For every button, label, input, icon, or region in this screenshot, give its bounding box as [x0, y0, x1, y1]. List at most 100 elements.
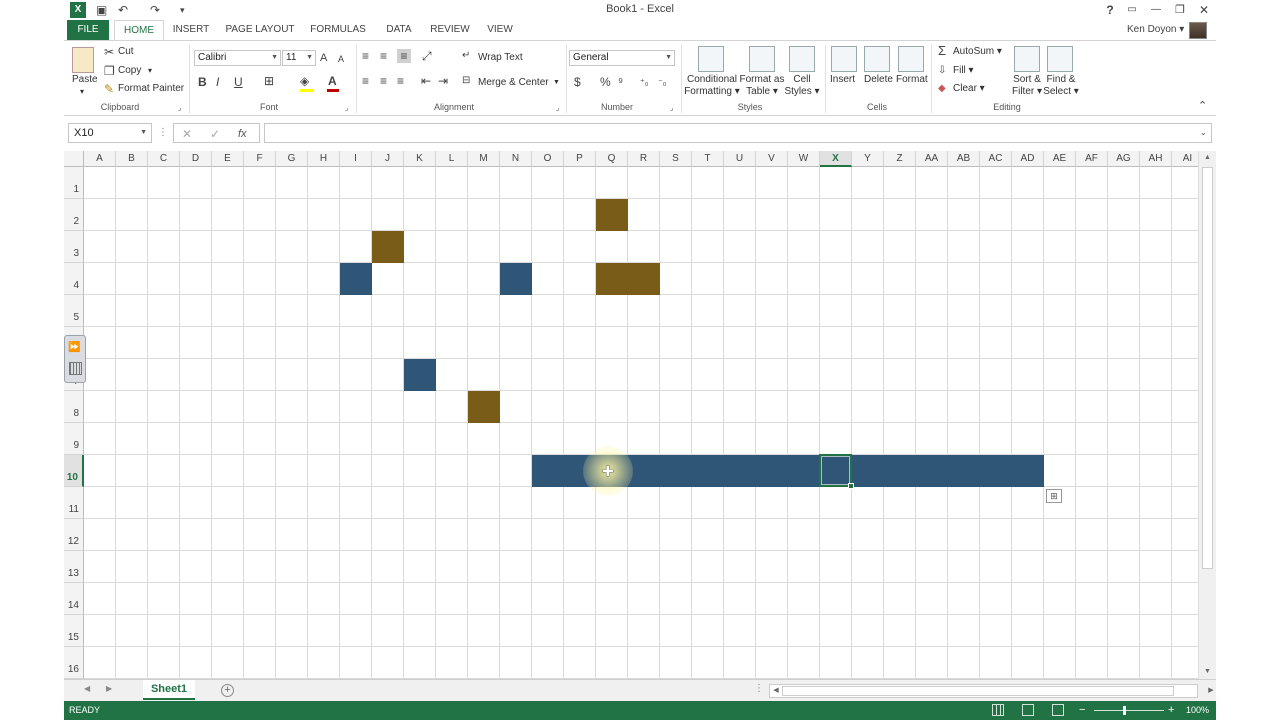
- autosum-button[interactable]: AutoSum ▾: [953, 46, 1002, 58]
- scroll-up-icon[interactable]: ▲: [1199, 151, 1216, 165]
- paste-dropdown[interactable]: ▾: [80, 86, 84, 98]
- italic-button[interactable]: I: [216, 75, 219, 89]
- avatar[interactable]: [1189, 22, 1207, 39]
- column-header[interactable]: C: [148, 151, 180, 167]
- column-header[interactable]: O: [532, 151, 564, 167]
- fill-handle[interactable]: [848, 483, 854, 489]
- wrap-text-button[interactable]: Wrap Text: [478, 52, 523, 64]
- align-center-icon[interactable]: ≡: [380, 74, 387, 88]
- insert-function-icon[interactable]: fx: [238, 127, 247, 141]
- column-header[interactable]: AF: [1076, 151, 1108, 167]
- align-right-icon[interactable]: ≡: [397, 74, 404, 88]
- column-header[interactable]: X: [820, 151, 852, 167]
- row-header[interactable]: 15: [64, 615, 84, 647]
- row-header[interactable]: 2: [64, 199, 84, 231]
- column-header[interactable]: AE: [1044, 151, 1076, 167]
- row-header[interactable]: 11: [64, 487, 84, 519]
- tab-insert[interactable]: INSERT: [170, 20, 212, 40]
- column-header[interactable]: K: [404, 151, 436, 167]
- font-family-select[interactable]: Calibri ▼: [194, 50, 281, 66]
- normal-view-icon[interactable]: [992, 704, 1004, 716]
- maximize-icon[interactable]: ❐: [1169, 1, 1191, 19]
- help-icon[interactable]: ?: [1099, 1, 1121, 19]
- cancel-icon[interactable]: ✕: [182, 127, 192, 141]
- formula-input[interactable]: [264, 123, 1212, 143]
- sheet-tab-sheet1[interactable]: Sheet1: [143, 680, 195, 700]
- column-header[interactable]: L: [436, 151, 468, 167]
- row-header[interactable]: 1: [64, 167, 84, 199]
- fill-button[interactable]: Fill ▾: [953, 65, 974, 77]
- zoom-level[interactable]: 100%: [1186, 701, 1209, 720]
- add-sheet-icon[interactable]: +: [221, 684, 234, 697]
- align-top-icon[interactable]: ≡: [362, 49, 369, 63]
- borders-icon[interactable]: ⊞: [264, 74, 274, 88]
- column-header[interactable]: AI: [1172, 151, 1198, 167]
- row-header[interactable]: 12: [64, 519, 84, 551]
- column-header[interactable]: R: [628, 151, 660, 167]
- column-header[interactable]: AC: [980, 151, 1012, 167]
- column-header[interactable]: I: [340, 151, 372, 167]
- vertical-scrollbar[interactable]: ▲ ▼: [1198, 151, 1216, 679]
- format-painter-button[interactable]: Format Painter: [118, 83, 184, 95]
- user-account[interactable]: Ken Doyon ▾: [1127, 20, 1184, 40]
- align-bottom-icon[interactable]: ≡: [397, 49, 411, 63]
- orientation-icon[interactable]: ⤢: [422, 49, 432, 63]
- align-left-icon[interactable]: ≡: [362, 74, 369, 88]
- column-header[interactable]: G: [276, 151, 308, 167]
- format-as-table-button[interactable]: Format as Table ▾: [737, 74, 787, 98]
- copy-dropdown[interactable]: ▾: [148, 65, 152, 77]
- comma-style-icon[interactable]: ⁹: [618, 75, 623, 89]
- column-header[interactable]: U: [724, 151, 756, 167]
- font-color-icon[interactable]: A: [328, 74, 337, 88]
- zoom-out-icon[interactable]: −: [1079, 701, 1085, 720]
- delete-cells-button[interactable]: Delete: [864, 74, 893, 86]
- expand-formula-bar-icon[interactable]: ⌄: [1200, 126, 1207, 140]
- column-header[interactable]: E: [212, 151, 244, 167]
- more-options-icon[interactable]: ⋮: [158, 126, 168, 140]
- decrease-indent-icon[interactable]: ⇤: [421, 74, 431, 88]
- prev-sheet-icon[interactable]: ◀: [84, 684, 90, 693]
- number-launcher-icon[interactable]: ⌟: [670, 102, 673, 116]
- column-header[interactable]: AB: [948, 151, 980, 167]
- row-header[interactable]: 16: [64, 647, 84, 679]
- filled-cell[interactable]: [404, 359, 436, 391]
- scroll-left-icon[interactable]: ◀: [770, 685, 782, 697]
- column-header[interactable]: D: [180, 151, 212, 167]
- column-header[interactable]: T: [692, 151, 724, 167]
- clear-button[interactable]: Clear ▾: [953, 83, 985, 95]
- insert-cells-button[interactable]: Insert: [830, 74, 855, 86]
- column-header[interactable]: AH: [1140, 151, 1172, 167]
- row-header[interactable]: 8: [64, 391, 84, 423]
- format-cells-button[interactable]: Format: [896, 74, 928, 86]
- page-break-view-icon[interactable]: [1052, 704, 1064, 716]
- increase-indent-icon[interactable]: ⇥: [438, 74, 448, 88]
- find-select-button[interactable]: Find & Select ▾: [1042, 74, 1080, 98]
- sort-filter-button[interactable]: Sort & Filter ▾: [1009, 74, 1045, 98]
- tab-formulas[interactable]: FORMULAS: [307, 20, 369, 40]
- vertical-scroll-thumb[interactable]: [1202, 167, 1213, 569]
- tab-file[interactable]: FILE: [67, 20, 109, 40]
- number-format-select[interactable]: General ▼: [569, 50, 675, 66]
- decrease-decimal-icon[interactable]: ⁻₀: [658, 75, 667, 89]
- row-header[interactable]: 4: [64, 263, 84, 295]
- quick-analysis-icon[interactable]: ⊞: [1046, 489, 1062, 503]
- zoom-slider-thumb[interactable]: [1123, 706, 1126, 715]
- filled-cell[interactable]: [596, 263, 660, 295]
- underline-button[interactable]: U: [234, 75, 243, 89]
- scroll-down-icon[interactable]: ▼: [1199, 665, 1216, 679]
- scroll-right-icon[interactable]: ▶: [1205, 685, 1217, 697]
- column-header[interactable]: AG: [1108, 151, 1140, 167]
- column-header[interactable]: B: [116, 151, 148, 167]
- row-header[interactable]: 3: [64, 231, 84, 263]
- row-header[interactable]: 9: [64, 423, 84, 455]
- tab-home[interactable]: HOME: [114, 20, 164, 40]
- chevron-down-icon[interactable]: ▼: [553, 77, 560, 89]
- row-header[interactable]: 13: [64, 551, 84, 583]
- clipboard-launcher-icon[interactable]: ⌟: [178, 102, 181, 116]
- next-sheet-icon[interactable]: ▶: [106, 684, 112, 693]
- percent-icon[interactable]: %: [600, 75, 611, 89]
- fill-color-icon[interactable]: ◈: [300, 74, 309, 88]
- row-header[interactable]: 14: [64, 583, 84, 615]
- collapse-ribbon-icon[interactable]: ⌃: [1198, 99, 1207, 113]
- horizontal-scroll-thumb[interactable]: [782, 686, 1174, 696]
